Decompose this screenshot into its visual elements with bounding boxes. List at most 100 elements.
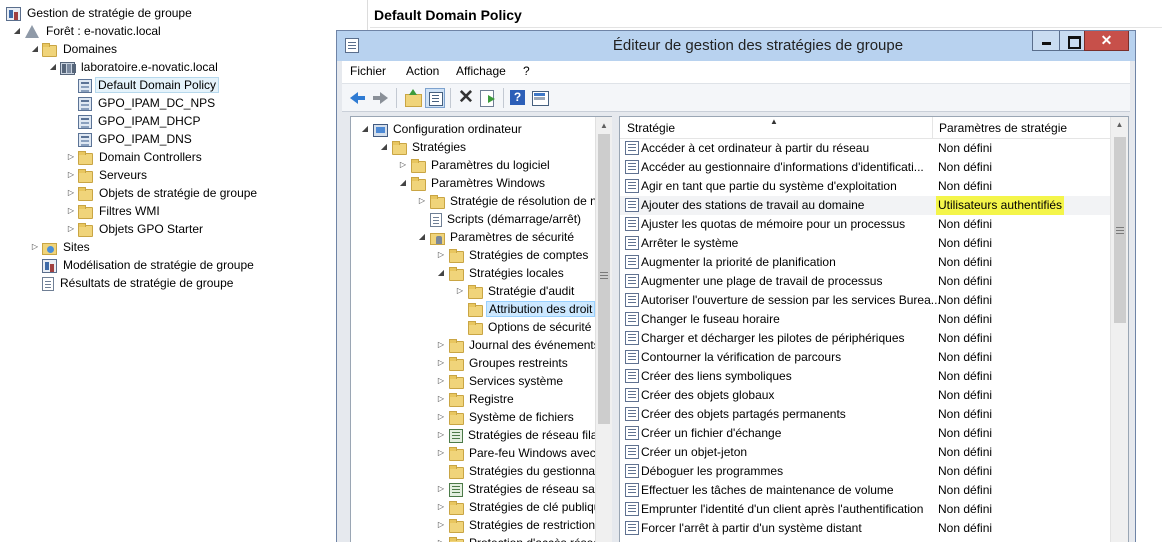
expand-arrow-icon[interactable]: ▷ [436, 480, 446, 498]
help-icon[interactable]: ? [508, 88, 528, 108]
policy-tree-item[interactable]: ▷ Pare-feu Windows avec [438, 444, 598, 462]
policy-tree-item[interactable]: ▷ Stratégies de restriction [438, 516, 597, 534]
collapse-arrow-icon[interactable]: ◢ [436, 264, 446, 282]
gpmc-tree-item[interactable]: Modélisation de stratégie de groupe [42, 256, 257, 274]
policy-row[interactable]: Contourner la vérification de parcours No… [620, 348, 1110, 367]
gpmc-tree-item[interactable]: Default Domain Policy [78, 76, 220, 94]
menu-fichier[interactable]: Fichier [350, 64, 386, 78]
expand-arrow-icon[interactable]: ▷ [398, 156, 408, 174]
policy-tree-item[interactable]: Scripts (démarrage/arrêt) [430, 210, 583, 228]
expand-arrow-icon[interactable]: ▷ [66, 220, 76, 238]
column-divider[interactable] [932, 117, 933, 139]
policy-row[interactable]: Autoriser l'ouverture de session par les… [620, 291, 1110, 310]
scrollbar-thumb[interactable] [598, 134, 610, 424]
policy-row[interactable]: Charger et décharger les pilotes de péri… [620, 329, 1110, 348]
policy-row[interactable]: Augmenter la priorité de planification No… [620, 253, 1110, 272]
policy-row[interactable]: Déboguer les programmes Non défini [620, 462, 1110, 481]
expand-arrow-icon[interactable]: ▷ [66, 148, 76, 166]
gpmc-tree-item[interactable]: Résultats de stratégie de groupe [42, 274, 236, 292]
collapse-arrow-icon[interactable]: ◢ [398, 174, 408, 192]
policy-row[interactable]: Emprunter l'identité d'un client après l… [620, 500, 1110, 519]
expand-arrow-icon[interactable]: ▷ [417, 192, 427, 210]
delete-icon[interactable]: ✕ [456, 87, 476, 108]
policy-tree-item[interactable]: ▷ Stratégie de résolution de n [419, 192, 599, 210]
expand-arrow-icon[interactable]: ▷ [436, 408, 446, 426]
policy-row[interactable]: Effectuer les tâches de maintenance de v… [620, 481, 1110, 500]
policy-tree-item[interactable]: ▷ Stratégies de clé publiqu [438, 498, 602, 516]
policy-tree-item[interactable]: Attribution des droit [468, 300, 596, 318]
expand-arrow-icon[interactable]: ▷ [436, 498, 446, 516]
policy-tree-item[interactable]: Stratégies du gestionnai [449, 462, 600, 480]
policy-row[interactable]: Créer des liens symboliques Non défini [620, 367, 1110, 386]
policy-tree-item[interactable]: ▷ Journal des événements [438, 336, 602, 354]
policy-row[interactable]: Ajuster les quotas de mémoire pour un pr… [620, 215, 1110, 234]
gpmc-tree-item[interactable]: ▷ Domain Controllers [68, 148, 205, 166]
close-button[interactable]: ✕ [1084, 31, 1129, 51]
gpmc-tree-item[interactable]: ◢ Forêt : e-novatic.local [14, 22, 164, 40]
collapse-arrow-icon[interactable]: ◢ [360, 120, 370, 138]
policy-row[interactable]: Forcer l'arrêt à partir d'un système dis… [620, 519, 1110, 538]
policy-row[interactable]: Créer des objets partagés permanents Non … [620, 405, 1110, 424]
expand-arrow-icon[interactable]: ▷ [436, 372, 446, 390]
expand-arrow-icon[interactable]: ▷ [436, 426, 446, 444]
forward-arrow-icon[interactable] [370, 88, 390, 108]
policy-row[interactable]: Accéder à cet ordinateur à partir du rés… [620, 139, 1110, 158]
policy-tree-item[interactable]: ▷ Paramètres du logiciel [400, 156, 552, 174]
expand-arrow-icon[interactable]: ▷ [66, 202, 76, 220]
policy-tree-item[interactable]: ▷ Groupes restreints [438, 354, 570, 372]
policy-tree-item[interactable]: ◢ Configuration ordinateur [362, 120, 524, 138]
title-bar[interactable]: Éditeur de gestion des stratégies de gro… [337, 31, 1135, 61]
policy-tree-item[interactable]: ▷ Stratégie d'audit [457, 282, 576, 300]
expand-arrow-icon[interactable]: ▷ [66, 184, 76, 202]
collapse-arrow-icon[interactable]: ◢ [379, 138, 389, 156]
policy-row[interactable]: Changer le fuseau horaire Non défini [620, 310, 1110, 329]
collapse-arrow-icon[interactable]: ◢ [30, 40, 40, 58]
gpmc-tree-item[interactable]: ▷ Sites [32, 238, 93, 256]
expand-arrow-icon[interactable]: ▷ [30, 238, 40, 256]
expand-arrow-icon[interactable]: ▷ [436, 390, 446, 408]
gpmc-tree-item[interactable]: GPO_IPAM_DHCP [78, 112, 203, 130]
policy-tree-item[interactable]: ▷ Système de fichiers [438, 408, 576, 426]
policy-tree-item[interactable]: ▷ Stratégies de réseau san [438, 480, 603, 498]
collapse-arrow-icon[interactable]: ◢ [417, 228, 427, 246]
gpmc-tree-item[interactable]: Gestion de stratégie de groupe [6, 4, 195, 22]
menu-help[interactable]: ? [523, 64, 530, 78]
export-list-icon[interactable] [478, 88, 498, 108]
expand-arrow-icon[interactable]: ▷ [436, 444, 446, 462]
gpmc-tree-item[interactable]: GPO_IPAM_DC_NPS [78, 94, 218, 112]
gpmc-tree-item[interactable]: ▷ Objets de stratégie de groupe [68, 184, 260, 202]
menu-affichage[interactable]: Affichage [456, 64, 506, 78]
collapse-arrow-icon[interactable]: ◢ [12, 22, 22, 40]
column-header-setting[interactable]: Paramètres de stratégie [939, 121, 1067, 135]
show-hide-tree-icon[interactable] [425, 88, 445, 108]
expand-arrow-icon[interactable]: ▷ [436, 336, 446, 354]
expand-arrow-icon[interactable]: ▷ [66, 166, 76, 184]
gpmc-tree-item[interactable]: GPO_IPAM_DNS [78, 130, 195, 148]
gpmc-tree-item[interactable]: ◢ Domaines [32, 40, 120, 58]
expand-arrow-icon[interactable]: ▷ [436, 354, 446, 372]
scroll-up-arrow-icon[interactable]: ▲ [596, 117, 612, 134]
policy-tree-item[interactable]: ◢ Stratégies [381, 138, 468, 156]
policy-row[interactable]: Arrêter le système Non défini [620, 234, 1110, 253]
policy-row[interactable]: Ajouter des stations de travail au domai… [620, 196, 1110, 215]
policy-row[interactable]: Créer un objet-jeton Non défini [620, 443, 1110, 462]
expand-arrow-icon[interactable]: ▷ [436, 516, 446, 534]
policy-tree-item[interactable]: ◢ Stratégies locales [438, 264, 566, 282]
gpmc-tree-item[interactable]: ▷ Serveurs [68, 166, 150, 184]
up-folder-icon[interactable] [403, 88, 423, 108]
policy-row[interactable]: Accéder au gestionnaire d'informations d… [620, 158, 1110, 177]
tree-scrollbar[interactable]: ▲ [595, 117, 612, 542]
expand-arrow-icon[interactable]: ▷ [436, 246, 446, 264]
properties-icon[interactable] [530, 88, 550, 108]
menu-action[interactable]: Action [406, 64, 439, 78]
gpmc-tree-item[interactable]: ▷ Filtres WMI [68, 202, 163, 220]
maximize-button[interactable] [1059, 31, 1085, 51]
policy-row[interactable]: Créer des objets globaux Non défini [620, 386, 1110, 405]
policy-tree-item[interactable]: Options de sécurité [468, 318, 593, 336]
scrollbar-thumb[interactable] [1114, 137, 1126, 323]
policy-tree-item[interactable]: ▷ Stratégies de comptes [438, 246, 590, 264]
policy-tree-item[interactable]: ▷ Services système [438, 372, 565, 390]
policy-tree-item[interactable]: ▷ Stratégies de réseau filai [438, 426, 602, 444]
policy-row[interactable]: Augmenter une plage de travail de proces… [620, 272, 1110, 291]
policy-tree-item[interactable]: ◢ Paramètres Windows [400, 174, 547, 192]
